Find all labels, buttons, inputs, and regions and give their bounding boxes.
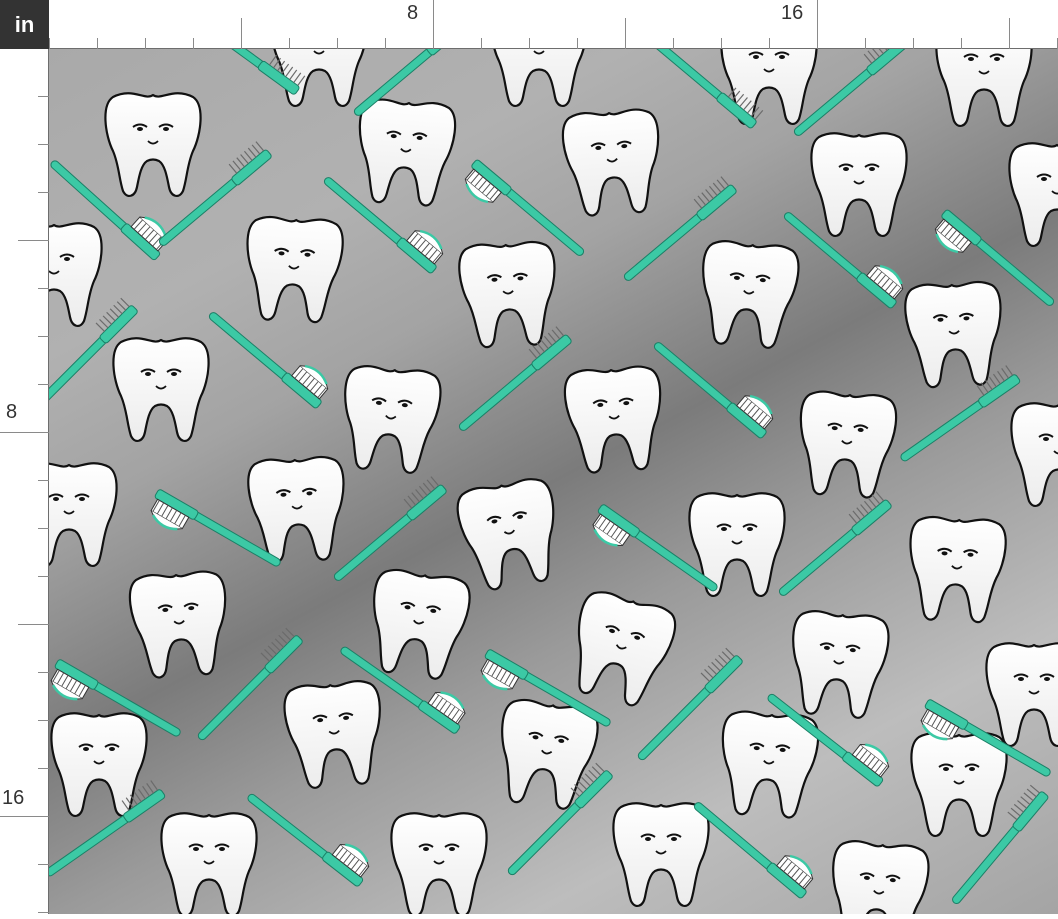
tooth-icon — [104, 92, 202, 198]
tooth-icon — [825, 838, 932, 914]
toothbrush-icon — [768, 489, 893, 599]
tooth-icon — [362, 566, 474, 684]
horizontal-ruler-ticks — [49, 0, 1058, 49]
pattern-canvas — [49, 49, 1058, 914]
tooth-icon — [49, 462, 118, 568]
tooth-icon — [612, 802, 710, 908]
tooth-icon — [560, 106, 665, 219]
tooth-icon — [695, 238, 802, 351]
fabric-pattern-preview — [49, 49, 1058, 914]
tooth-icon — [985, 642, 1058, 748]
ruler-top-label-8: 8 — [407, 2, 419, 24]
tooth-icon — [127, 568, 232, 681]
toothbrush-icon — [244, 774, 378, 889]
tooth-icon — [49, 222, 103, 328]
tooth-icon — [1008, 142, 1058, 248]
tooth-icon — [785, 608, 892, 721]
tooth-icon — [112, 337, 210, 443]
tooth-icon — [453, 474, 567, 595]
tooth-icon — [562, 363, 667, 476]
tooth-icon — [245, 454, 349, 565]
toothbrush-icon — [448, 324, 573, 434]
tooth-icon — [935, 49, 1033, 128]
tooth-icon — [337, 363, 444, 476]
toothbrush-icon — [891, 363, 1022, 464]
unit-label: in — [0, 0, 49, 49]
tooth-icon — [390, 812, 488, 914]
tooth-icon — [281, 678, 388, 791]
vertical-ruler-ticks — [0, 96, 49, 913]
tooth-icon — [490, 49, 588, 108]
horizontal-ruler: 8 16 — [49, 0, 1058, 49]
tooth-icon — [242, 214, 346, 325]
tooth-icon — [902, 279, 1006, 390]
vertical-ruler: 8 16 — [0, 49, 49, 914]
tooth-icon — [905, 514, 1009, 625]
tooth-icon — [456, 239, 560, 350]
tooth-icon — [794, 388, 899, 501]
ruler-left-label-16: 16 — [2, 787, 25, 809]
tooth-icon — [160, 812, 258, 914]
tooth-icon — [910, 732, 1008, 838]
tooth-icon — [1010, 402, 1058, 508]
toothbrush-icon — [690, 783, 822, 901]
ruler-left-label-8: 8 — [6, 401, 18, 423]
ruler-top-label-16: 16 — [781, 2, 804, 24]
tooth-icon — [50, 712, 148, 818]
tooth-icon — [560, 586, 681, 713]
tooth-icon — [810, 132, 908, 238]
tooth-icon — [353, 96, 458, 209]
